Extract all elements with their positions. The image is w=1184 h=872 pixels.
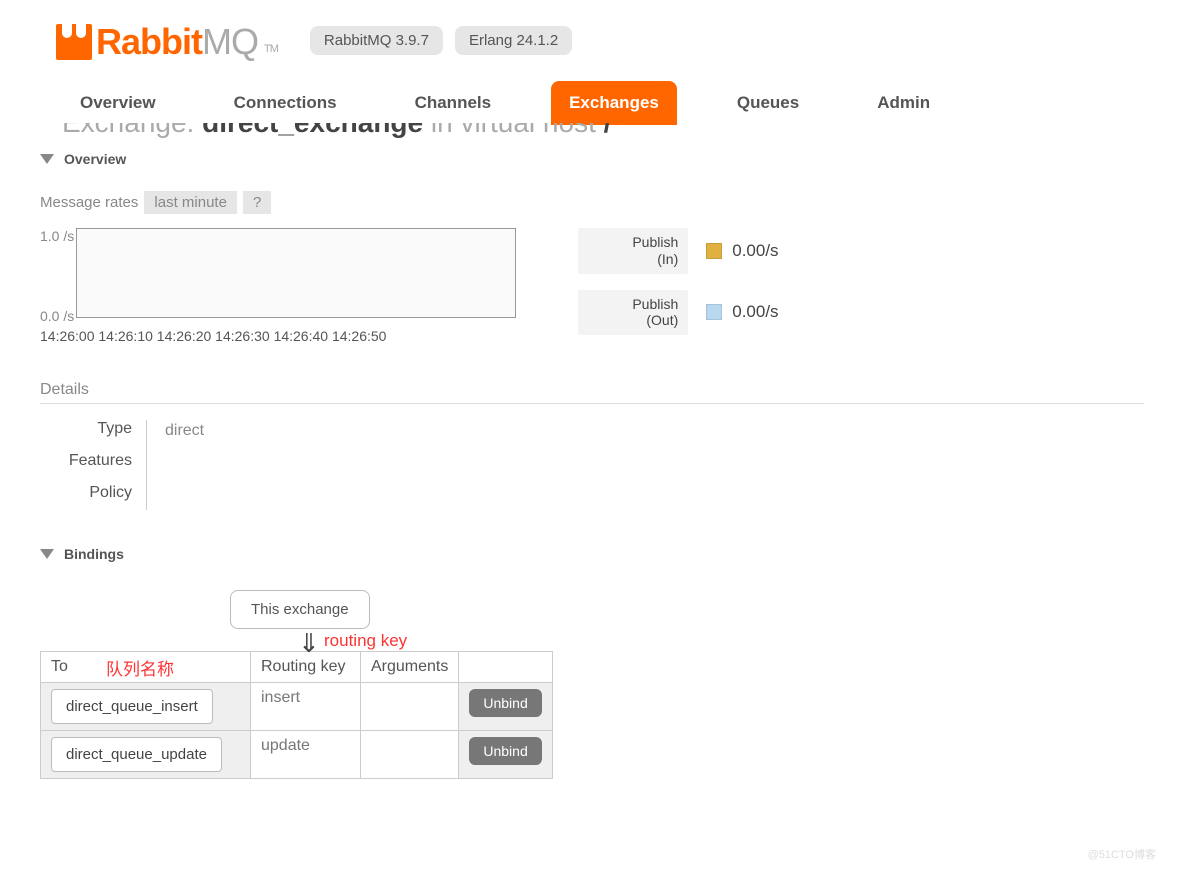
logo: RabbitMQ TM (56, 18, 278, 63)
legend-label-publish-in: Publish(In) (578, 228, 688, 274)
rate-publish-in: 0.00/s (732, 241, 778, 261)
tab-overview[interactable]: Overview (62, 81, 174, 125)
rates-panel: 1.0 /s 0.0 /s 14:26:00 14:26:10 14:26:20… (40, 228, 1144, 351)
details-grid: Type Features Policy direct (40, 420, 1144, 510)
x-ticks: 14:26:00 14:26:10 14:26:20 14:26:30 14:2… (40, 328, 516, 344)
this-exchange-box: This exchange (230, 590, 370, 629)
logo-text-mq: MQ (202, 21, 258, 63)
version-badge: RabbitMQ 3.9.7 (310, 26, 443, 55)
page-heading: Exchange: direct_exchange in virtual hos… (40, 123, 1144, 141)
rate-publish-out: 0.00/s (732, 302, 778, 322)
legend-label-publish-out: Publish(Out) (578, 290, 688, 336)
erlang-badge: Erlang 24.1.2 (455, 26, 572, 55)
arguments-cell (361, 683, 459, 731)
swatch-publish-in-icon (706, 243, 722, 259)
binding-row: direct_queue_insert insert Unbind (41, 683, 553, 731)
col-actions (459, 652, 552, 683)
tab-exchanges[interactable]: Exchanges (551, 81, 677, 125)
message-rates-label: Message rates (40, 194, 138, 211)
tab-channels[interactable]: Channels (397, 81, 510, 125)
arguments-cell (361, 731, 459, 779)
chart-column: 1.0 /s 0.0 /s 14:26:00 14:26:10 14:26:20… (40, 228, 516, 344)
rabbitmq-logo-icon (56, 24, 92, 60)
detail-label-policy: Policy (40, 484, 132, 502)
detail-label-type: Type (40, 420, 132, 438)
annotation-routing-key: routing key (324, 631, 407, 651)
routing-key-cell: update (251, 731, 361, 779)
details-separator (146, 420, 147, 510)
annotation-queue-name: 队列名称 (106, 655, 174, 680)
y-tick-bottom: 0.0 /s (40, 308, 74, 324)
swatch-publish-out-icon (706, 304, 722, 320)
routing-key-cell: insert (251, 683, 361, 731)
app-header: RabbitMQ TM RabbitMQ 3.9.7 Erlang 24.1.2 (40, 0, 1144, 79)
detail-value-type: direct (165, 422, 204, 440)
chevron-down-icon (40, 549, 54, 559)
legend: Publish(In) 0.00/s Publish(Out) 0.00/s (578, 228, 778, 351)
unbind-button[interactable]: Unbind (469, 689, 541, 717)
rates-span-select[interactable]: last minute (144, 191, 237, 214)
logo-text-rabbit: Rabbit (96, 21, 202, 63)
rates-help-button[interactable]: ? (243, 191, 271, 214)
rates-chart (76, 228, 516, 318)
unbind-button[interactable]: Unbind (469, 737, 541, 765)
tab-connections[interactable]: Connections (216, 81, 355, 125)
col-arguments: Arguments (361, 652, 459, 683)
legend-publish-in: Publish(In) 0.00/s (578, 228, 778, 274)
detail-label-features: Features (40, 452, 132, 470)
details-heading: Details (40, 381, 1144, 404)
binding-row: direct_queue_update update Unbind (41, 731, 553, 779)
queue-link[interactable]: direct_queue_update (51, 737, 222, 772)
chevron-down-icon (40, 154, 54, 164)
nav-tabs: Overview Connections Channels Exchanges … (40, 81, 1144, 125)
arrow-down-icon: ⇓ (298, 633, 1144, 653)
section-bindings-toggle[interactable]: Bindings (40, 536, 1144, 572)
section-overview-title: Overview (64, 151, 126, 167)
tab-admin[interactable]: Admin (859, 81, 948, 125)
watermark: @51CTO博客 (1088, 846, 1156, 862)
legend-publish-out: Publish(Out) 0.00/s (578, 290, 778, 336)
tab-queues[interactable]: Queues (719, 81, 817, 125)
section-overview-toggle[interactable]: Overview (40, 141, 1144, 177)
section-bindings-title: Bindings (64, 546, 124, 562)
message-rates-row: Message rates last minute ? (40, 191, 1144, 214)
y-tick-top: 1.0 /s (40, 228, 74, 244)
queue-link[interactable]: direct_queue_insert (51, 689, 213, 724)
logo-tm: TM (264, 43, 278, 55)
